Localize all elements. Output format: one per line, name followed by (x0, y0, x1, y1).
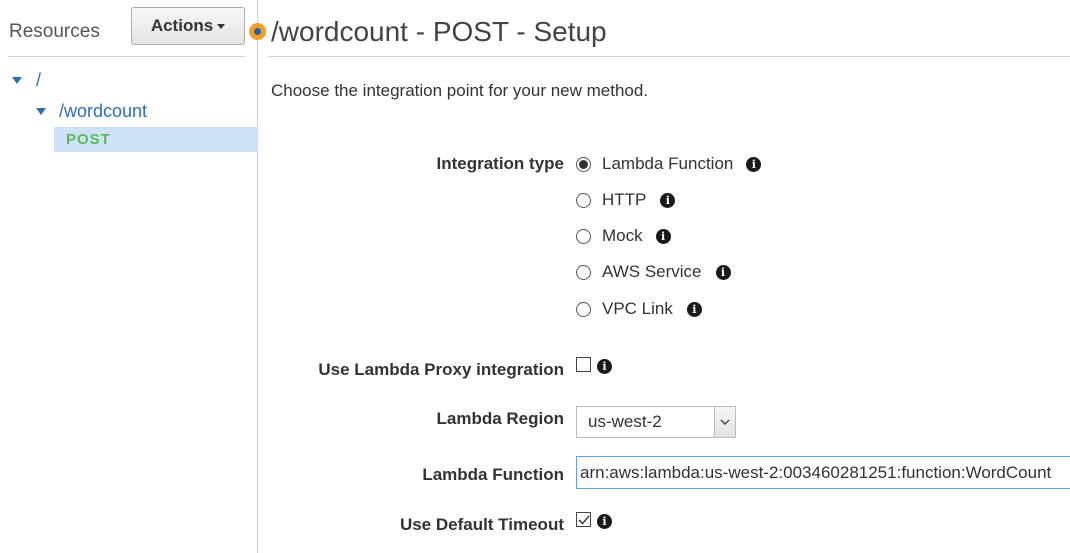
page-title: /wordcount - POST - Setup (271, 16, 607, 47)
actions-label: Actions (150, 16, 214, 35)
radio-button[interactable] (576, 264, 591, 280)
region-value: us-west-2 (588, 412, 662, 431)
divider (8, 56, 245, 57)
caret-down-icon (217, 23, 226, 29)
tree-item-root[interactable]: / (12, 70, 41, 91)
radio-label: Mock (602, 226, 643, 245)
radio-label: Lambda Function (602, 154, 734, 173)
expand-triangle-icon[interactable] (36, 108, 46, 115)
region-label: Lambda Region (436, 409, 564, 428)
info-icon[interactable]: i (660, 192, 676, 208)
radio-label: VPC Link (602, 299, 673, 318)
timeout-label: Use Default Timeout (399, 515, 564, 534)
info-icon[interactable]: i (597, 359, 612, 374)
resources-panel: Resources Actions / /wordcount POST (0, 0, 258, 553)
radio-http[interactable]: HTTP i (576, 190, 676, 210)
radio-label: HTTP (602, 190, 647, 209)
chevron-down-icon[interactable] (714, 407, 735, 437)
radio-button[interactable] (576, 192, 591, 208)
tree-item-label: / (36, 70, 42, 90)
radio-vpc-link[interactable]: VPC Link i (576, 299, 702, 319)
tree-item-label: /wordcount (59, 101, 148, 121)
divider (268, 56, 1070, 57)
timeout-checkbox[interactable] (576, 512, 591, 527)
expand-triangle-icon[interactable] (12, 77, 22, 84)
info-icon[interactable]: i (597, 514, 612, 529)
resources-title: Resources (9, 21, 100, 42)
region-select[interactable]: us-west-2 (576, 406, 736, 438)
actions-button[interactable]: Actions (131, 7, 245, 45)
lambda-function-input[interactable] (576, 456, 1070, 489)
proxy-checkbox[interactable] (576, 357, 591, 372)
radio-button[interactable] (576, 301, 591, 317)
tree-item-post[interactable]: POST (54, 127, 258, 152)
method-label: POST (66, 131, 111, 148)
integration-type-label: Integration type (436, 154, 564, 173)
radio-mock[interactable]: Mock i (576, 226, 671, 246)
status-dot-icon (249, 23, 266, 40)
info-icon[interactable]: i (715, 264, 731, 280)
info-icon[interactable]: i (686, 301, 702, 317)
proxy-label: Use Lambda Proxy integration (318, 360, 564, 379)
info-icon[interactable]: i (746, 156, 762, 172)
radio-aws-service[interactable]: AWS Service i (576, 262, 731, 282)
info-icon[interactable]: i (655, 228, 671, 244)
checkmark-icon (578, 515, 589, 524)
radio-lambda-function[interactable]: Lambda Function i (576, 154, 762, 174)
radio-button[interactable] (576, 156, 591, 172)
tree-item-wordcount[interactable]: /wordcount (36, 101, 147, 122)
function-label: Lambda Function (422, 465, 564, 484)
radio-button[interactable] (576, 228, 591, 244)
intro-text: Choose the integration point for your ne… (271, 81, 649, 100)
radio-label: AWS Service (602, 262, 702, 281)
